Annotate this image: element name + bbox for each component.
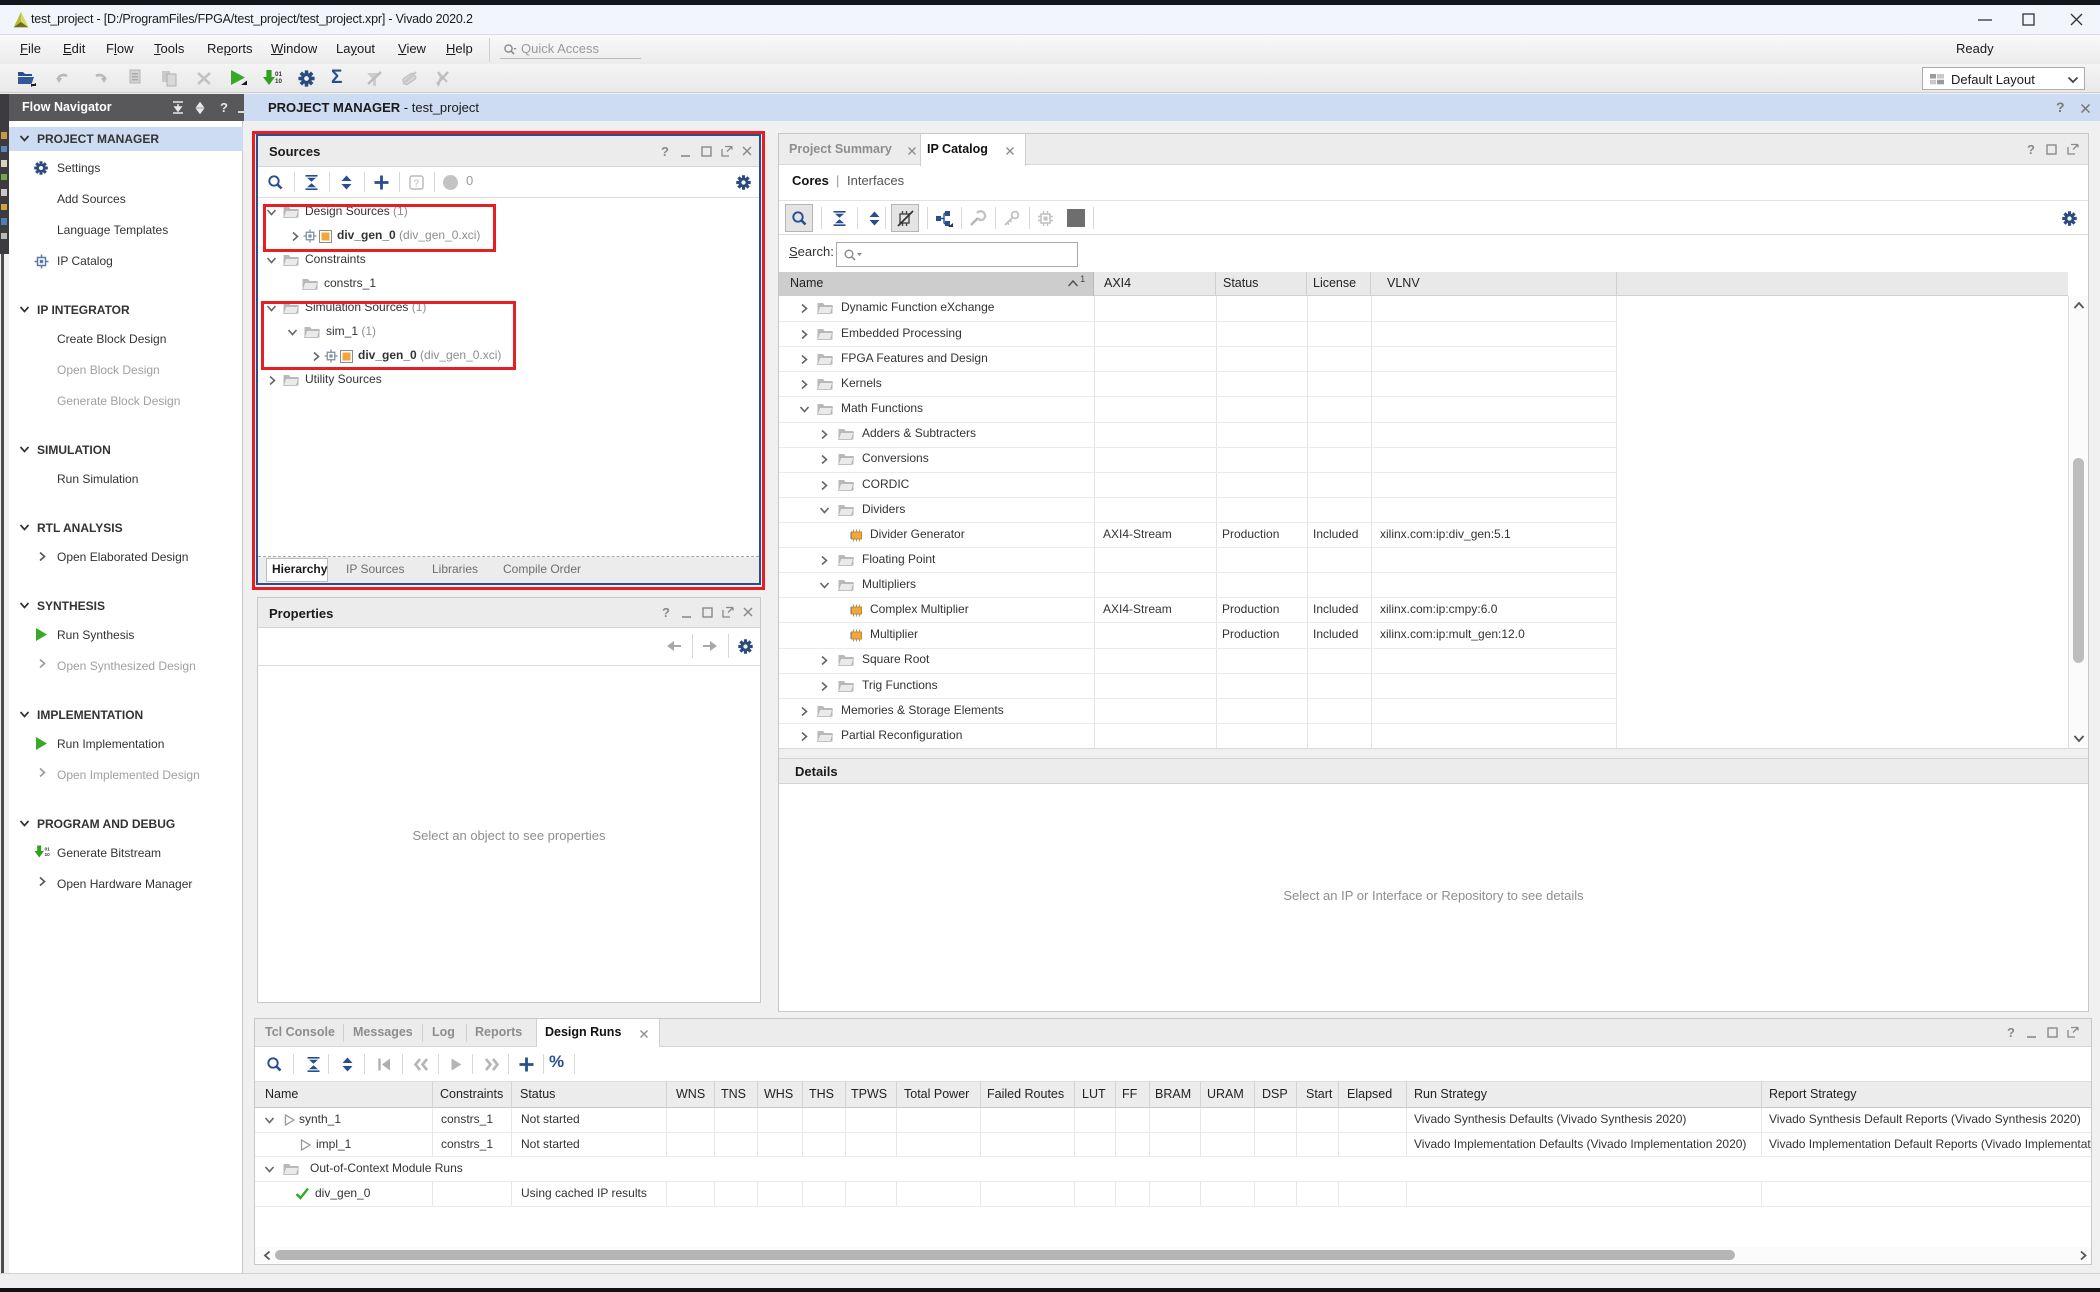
svg-text:?: ?	[2027, 143, 2035, 156]
svg-text:01: 01	[45, 847, 51, 853]
svg-text:?: ?	[2007, 1026, 2015, 1039]
svg-text:10: 10	[275, 78, 282, 85]
svg-text:?: ?	[662, 606, 670, 619]
svg-text:01: 01	[275, 71, 282, 78]
svg-text:10: 10	[45, 852, 51, 858]
svg-text:?: ?	[220, 100, 228, 115]
